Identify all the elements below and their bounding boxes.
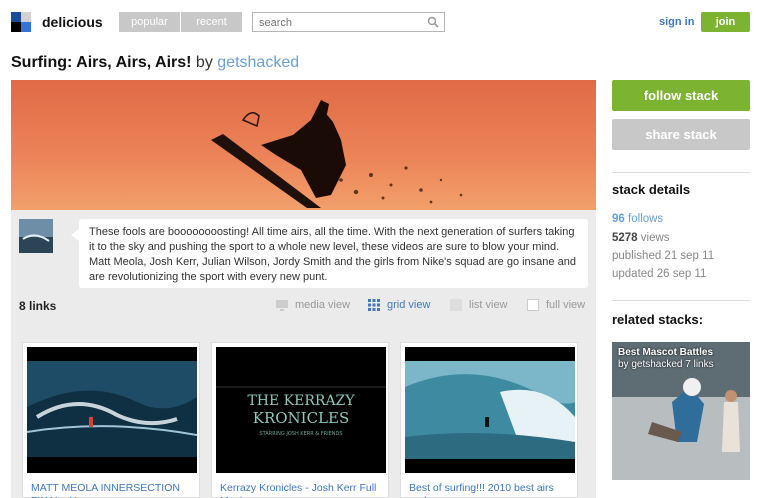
grid-icon xyxy=(368,299,380,311)
thumbnail-title-line2: KRONICLES xyxy=(253,409,350,427)
link-card[interactable]: Best of surfing!!! 2010 best airs and xyxy=(400,342,578,498)
top-header: delicious popular recent sign in join xyxy=(0,0,778,44)
full-view-toggle[interactable]: full view xyxy=(526,298,585,312)
link-card[interactable]: THE KERRAZY KRONICLES STARRING JOSH KERR… xyxy=(211,342,389,498)
square-icon xyxy=(527,299,539,311)
list-view-toggle[interactable]: list view xyxy=(449,298,508,312)
card-caption[interactable]: Best of surfing!!! 2010 best airs and xyxy=(409,482,571,498)
related-stack-title[interactable]: Best Mascot Battles xyxy=(618,347,713,358)
tab-recent[interactable]: recent xyxy=(181,12,242,32)
follows-count[interactable]: 96 xyxy=(612,213,625,225)
related-stacks-heading: related stacks: xyxy=(612,312,704,327)
card-caption[interactable]: Kerrazy Kronicles - Josh Kerr Full Movie xyxy=(220,482,382,498)
follows-stat: 96 follows xyxy=(612,213,663,225)
sign-in-link[interactable]: sign in xyxy=(659,16,694,28)
divider xyxy=(612,300,750,301)
follows-label[interactable]: follows xyxy=(628,213,663,225)
join-button[interactable]: join xyxy=(701,12,750,32)
views-stat: 5278 views xyxy=(612,232,670,244)
updated-date: updated 26 sep 11 xyxy=(612,268,707,280)
thumbnail-subtitle: STARRING JOSH KERR & FRIENDS xyxy=(259,431,342,437)
link-card[interactable]: MATT MEOLA INNERSECTION FINAL - Y... xyxy=(22,342,200,498)
video-thumbnail[interactable] xyxy=(27,347,197,473)
thumbnail-title-line1: THE KERRAZY xyxy=(247,393,355,409)
views-label: views xyxy=(640,232,670,244)
share-stack-button[interactable]: share stack xyxy=(612,119,750,150)
related-stack-subtitle: by getshacked 7 links xyxy=(618,359,714,370)
hero-image xyxy=(11,80,596,210)
full-view-label: full view xyxy=(546,299,586,311)
stack-description: These fools are boooooooosting! All time… xyxy=(71,219,588,288)
author-link[interactable]: getshacked xyxy=(217,54,299,71)
video-thumbnail[interactable] xyxy=(405,347,575,473)
delicious-logo-icon[interactable] xyxy=(11,12,32,33)
grid-view-toggle[interactable]: grid view xyxy=(367,298,430,312)
follow-stack-button[interactable]: follow stack xyxy=(612,80,750,111)
monitor-icon xyxy=(276,300,288,311)
stack-details-heading: stack details xyxy=(612,182,691,197)
stack-main-panel: These fools are boooooooosting! All time… xyxy=(11,80,596,498)
published-date: published 21 sep 11 xyxy=(612,250,715,262)
list-view-label: list view xyxy=(469,299,508,311)
media-view-label: media view xyxy=(295,299,351,311)
card-caption[interactable]: MATT MEOLA INNERSECTION FINAL - Y... xyxy=(31,482,193,498)
search-box xyxy=(252,12,445,32)
grid-view-label: grid view xyxy=(387,299,431,311)
media-view-toggle[interactable]: media view xyxy=(275,298,350,312)
search-icon[interactable] xyxy=(427,16,439,28)
page-title: Surfing: Airs, Airs, Airs! by getshacked xyxy=(11,54,299,72)
stack-title: Surfing: Airs, Airs, Airs! xyxy=(11,54,192,71)
brand-name[interactable]: delicious xyxy=(42,14,103,30)
tab-popular[interactable]: popular xyxy=(119,12,180,32)
links-count: 8 links xyxy=(19,299,57,313)
video-thumbnail[interactable]: THE KERRAZY KRONICLES STARRING JOSH KERR… xyxy=(216,347,386,473)
search-input[interactable] xyxy=(253,14,418,32)
divider xyxy=(612,172,750,173)
stack-avatar[interactable] xyxy=(19,219,53,253)
by-label: by xyxy=(195,54,213,71)
views-count: 5278 xyxy=(612,232,638,244)
list-icon xyxy=(450,299,462,311)
related-stack-card[interactable]: Best Mascot Battles by getshacked 7 link… xyxy=(612,342,750,480)
